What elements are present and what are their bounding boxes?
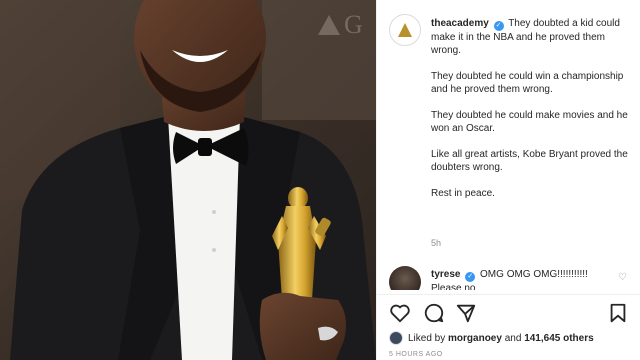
photo-illustration <box>0 0 376 360</box>
heart-icon[interactable] <box>389 302 411 324</box>
post-photo[interactable]: G <box>0 0 376 360</box>
caption-line: Like all great artists, Kobe Bryant prov… <box>431 149 628 173</box>
likes-count[interactable]: 141,645 others <box>524 333 594 344</box>
caption-first-paragraph: theacademy ✓ They doubted a kid could ma… <box>431 17 631 57</box>
divider <box>377 294 640 295</box>
comment-item: tyrese ✓ OMG OMG OMG!!!!!!!!!!! Please n… <box>389 264 629 290</box>
post-actions-bar <box>389 302 629 326</box>
comment-bubble-icon[interactable] <box>423 302 445 324</box>
account-avatar[interactable] <box>389 14 421 46</box>
comment-like-heart-icon[interactable]: ♡ <box>618 272 628 283</box>
post-timestamp[interactable]: 5 HOURS AGO <box>389 351 443 358</box>
post-side-panel: theacademy ✓ They doubted a kid could ma… <box>376 0 640 360</box>
academy-logo-icon <box>318 15 340 35</box>
verified-badge-icon: ✓ <box>465 272 476 282</box>
watermark-letter: G <box>344 10 365 39</box>
caption-line: They doubted he could make movies and he… <box>431 110 628 134</box>
likes-prefix: Liked by <box>408 332 446 344</box>
verified-badge-icon: ✓ <box>493 21 504 31</box>
commenter-username[interactable]: tyrese <box>431 269 460 280</box>
likes-and: and <box>504 332 522 344</box>
academy-logo-icon <box>398 23 412 37</box>
caption-line: They doubted he could win a championship… <box>431 71 624 95</box>
account-username[interactable]: theacademy <box>431 18 489 29</box>
post-caption: theacademy ✓ They doubted a kid could ma… <box>431 17 631 213</box>
bookmark-icon[interactable] <box>607 302 629 324</box>
caption-timestamp[interactable]: 5h <box>431 238 441 248</box>
comment-text: tyrese ✓ OMG OMG OMG!!!!!!!!!!! Please n… <box>431 268 591 290</box>
liker-username[interactable]: morganoey <box>448 333 502 344</box>
academy-watermark: G <box>318 10 376 40</box>
commenter-avatar[interactable] <box>389 266 421 290</box>
caption-line: Rest in peace. <box>431 188 495 199</box>
paper-plane-icon[interactable] <box>455 302 477 324</box>
liker-avatar[interactable] <box>389 331 403 345</box>
likes-summary: Liked by morganoey and 141,645 others <box>389 331 594 345</box>
